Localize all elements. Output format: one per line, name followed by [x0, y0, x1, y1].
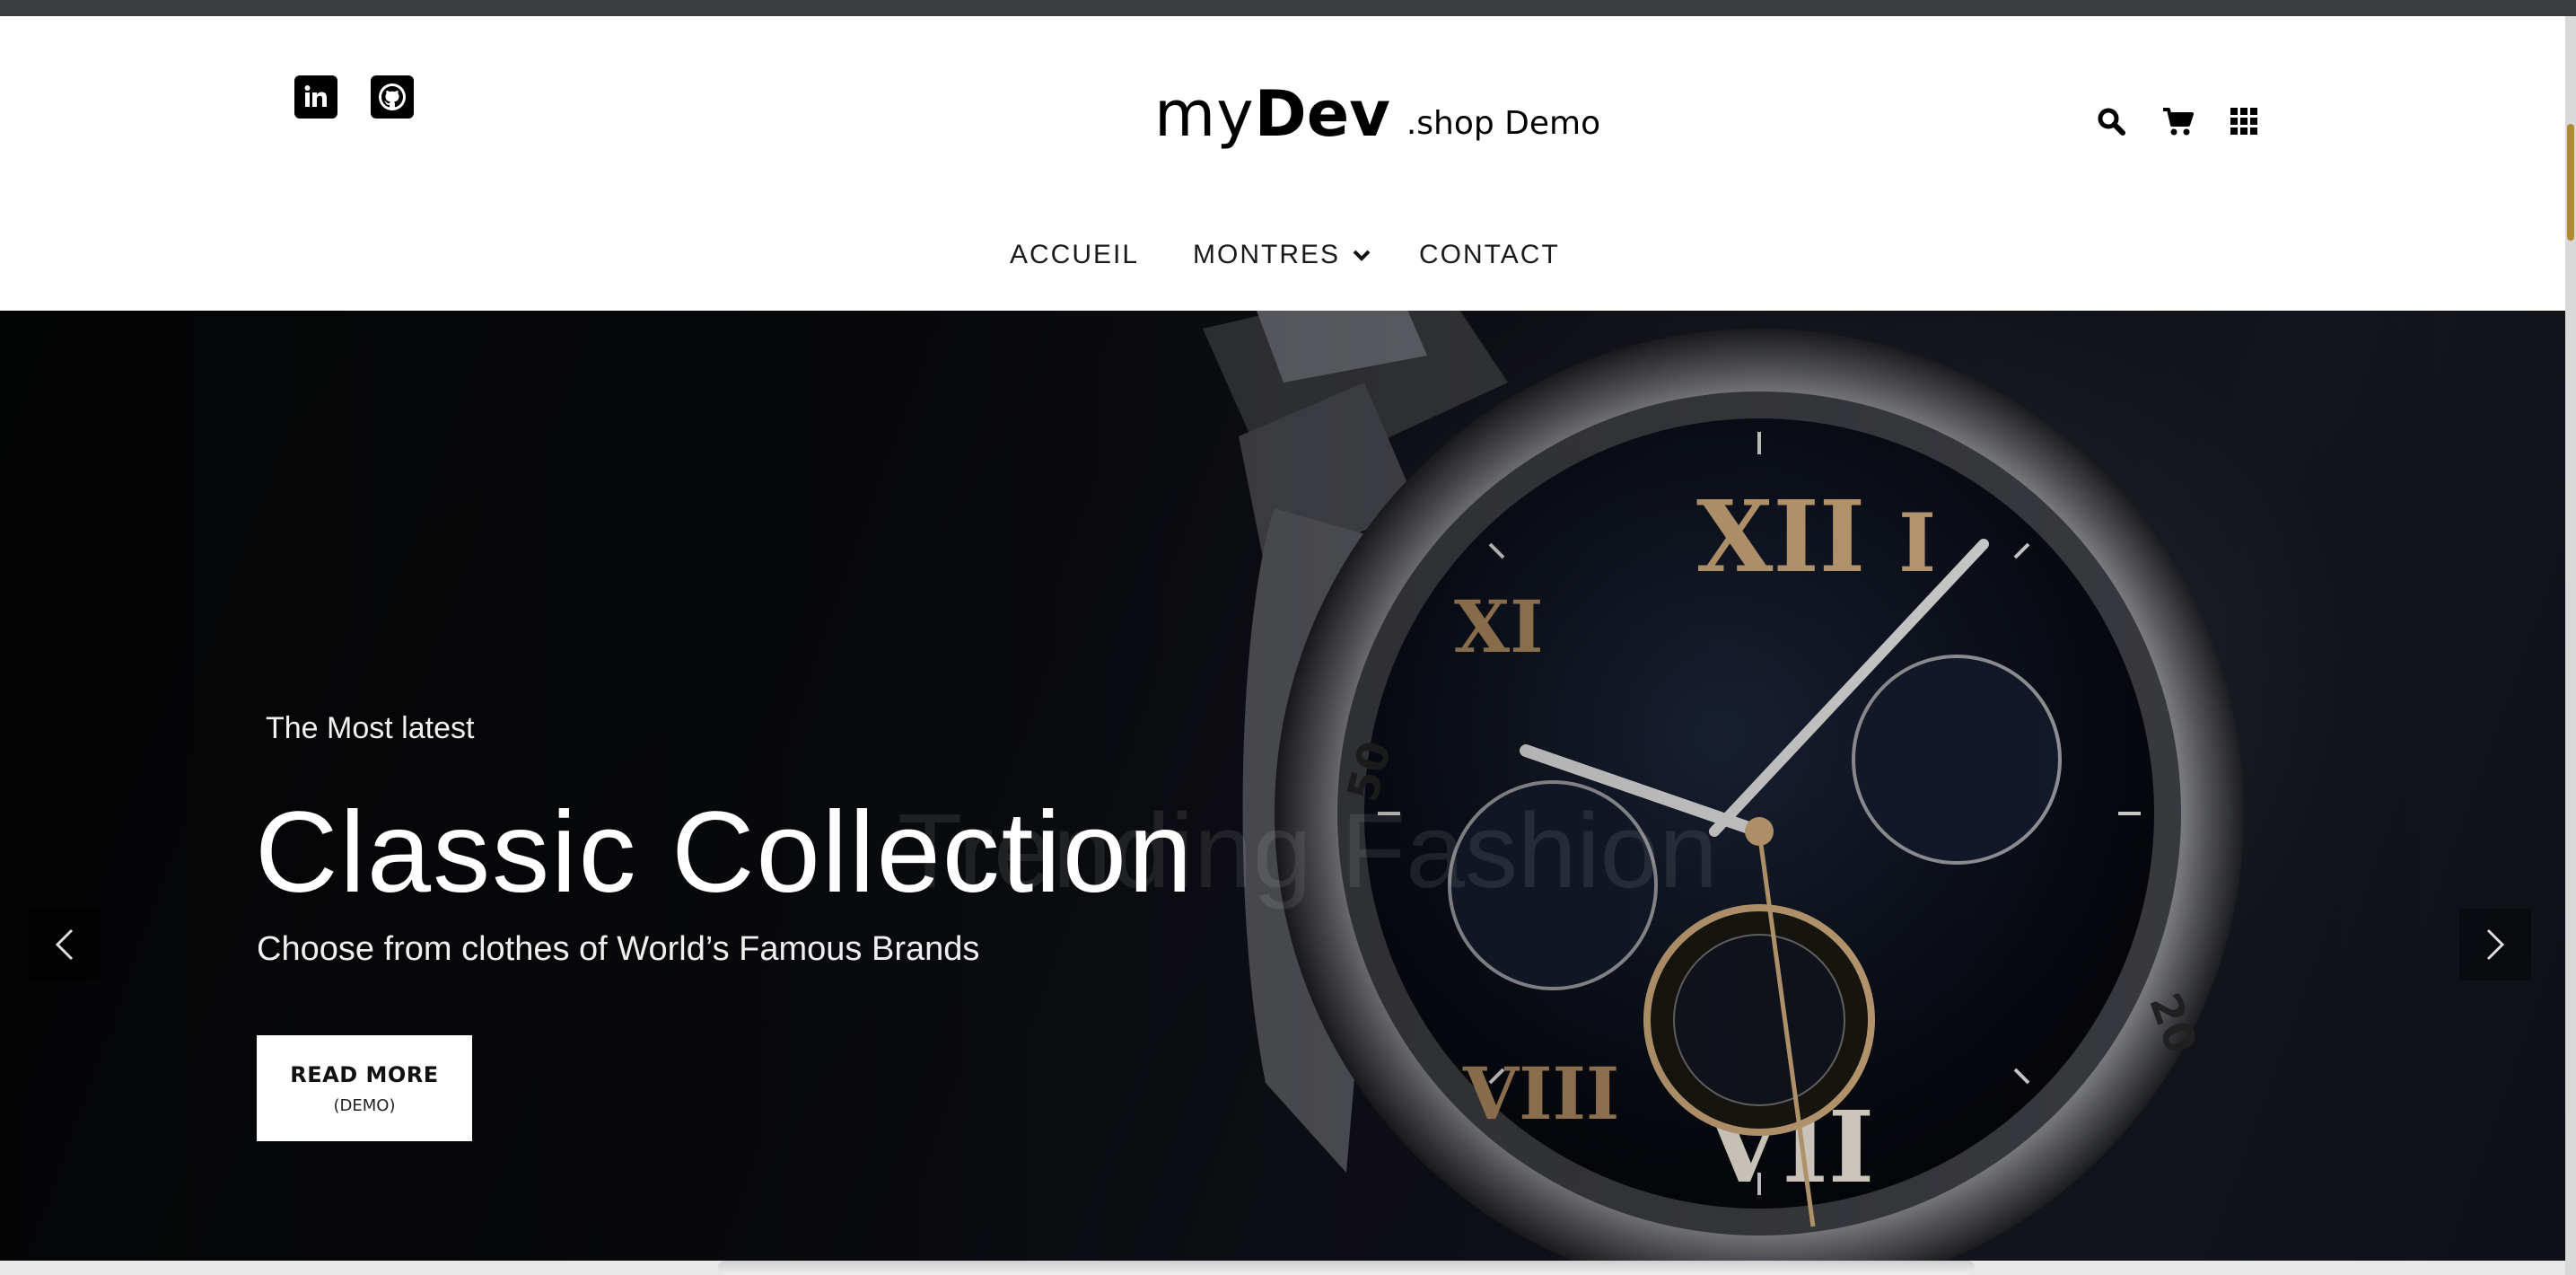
- github-link[interactable]: [371, 75, 414, 119]
- chevron-right-icon: [2486, 928, 2505, 961]
- scrollbar-thumb[interactable]: [2567, 124, 2574, 241]
- grid-menu-button[interactable]: [2225, 102, 2263, 140]
- read-more-label: READ MORE: [290, 1061, 439, 1087]
- nav-accueil[interactable]: ACCUEIL: [1010, 237, 1139, 273]
- search-button[interactable]: [2092, 102, 2130, 140]
- cart-button[interactable]: [2160, 102, 2197, 140]
- site-logo[interactable]: my Dev .shop Demo: [1154, 65, 1600, 145]
- linkedin-link[interactable]: [294, 75, 337, 119]
- read-more-button[interactable]: READ MORE (DEMO): [257, 1035, 472, 1141]
- cart-icon: [2163, 108, 2194, 136]
- logo-my: my: [1154, 77, 1255, 151]
- logo-dev: Dev: [1254, 77, 1390, 151]
- grid-menu-icon: [2230, 108, 2257, 135]
- hero-title: Classic Collection: [255, 788, 1195, 917]
- browser-top-bar: [0, 0, 2576, 16]
- slider-next-button[interactable]: [2459, 909, 2531, 980]
- page-bottom-strip: [0, 1261, 2565, 1275]
- linkedin-icon: [304, 85, 327, 107]
- chevron-down-icon: [1353, 249, 1371, 261]
- section-shadow: [718, 1261, 1975, 1275]
- github-icon: [379, 84, 406, 110]
- logo-suffix: .shop Demo: [1406, 105, 1601, 142]
- nav-contact[interactable]: CONTACT: [1419, 237, 1560, 273]
- vertical-scrollbar[interactable]: [2565, 16, 2576, 1275]
- chevron-left-icon: [55, 928, 74, 961]
- search-icon: [2098, 108, 2125, 136]
- read-more-sublabel: (DEMO): [333, 1095, 396, 1115]
- nav-montres[interactable]: MONTRES: [1193, 237, 1371, 273]
- nav-accueil-label: ACCUEIL: [1010, 240, 1140, 269]
- hero-slider: XII VII I XI VIII 50 20 The Most latest …: [0, 311, 2565, 1261]
- nav-contact-label: CONTACT: [1419, 240, 1560, 269]
- hero-pretitle: The Most latest: [266, 711, 475, 745]
- nav-montres-label: MONTRES: [1193, 240, 1340, 269]
- slider-prev-button[interactable]: [29, 909, 101, 980]
- hero-subtitle: Choose from clothes of World’s Famous Br…: [257, 930, 980, 968]
- site-header: my Dev .shop Demo ACCUEIL MONTRES CONTACT: [0, 16, 2565, 311]
